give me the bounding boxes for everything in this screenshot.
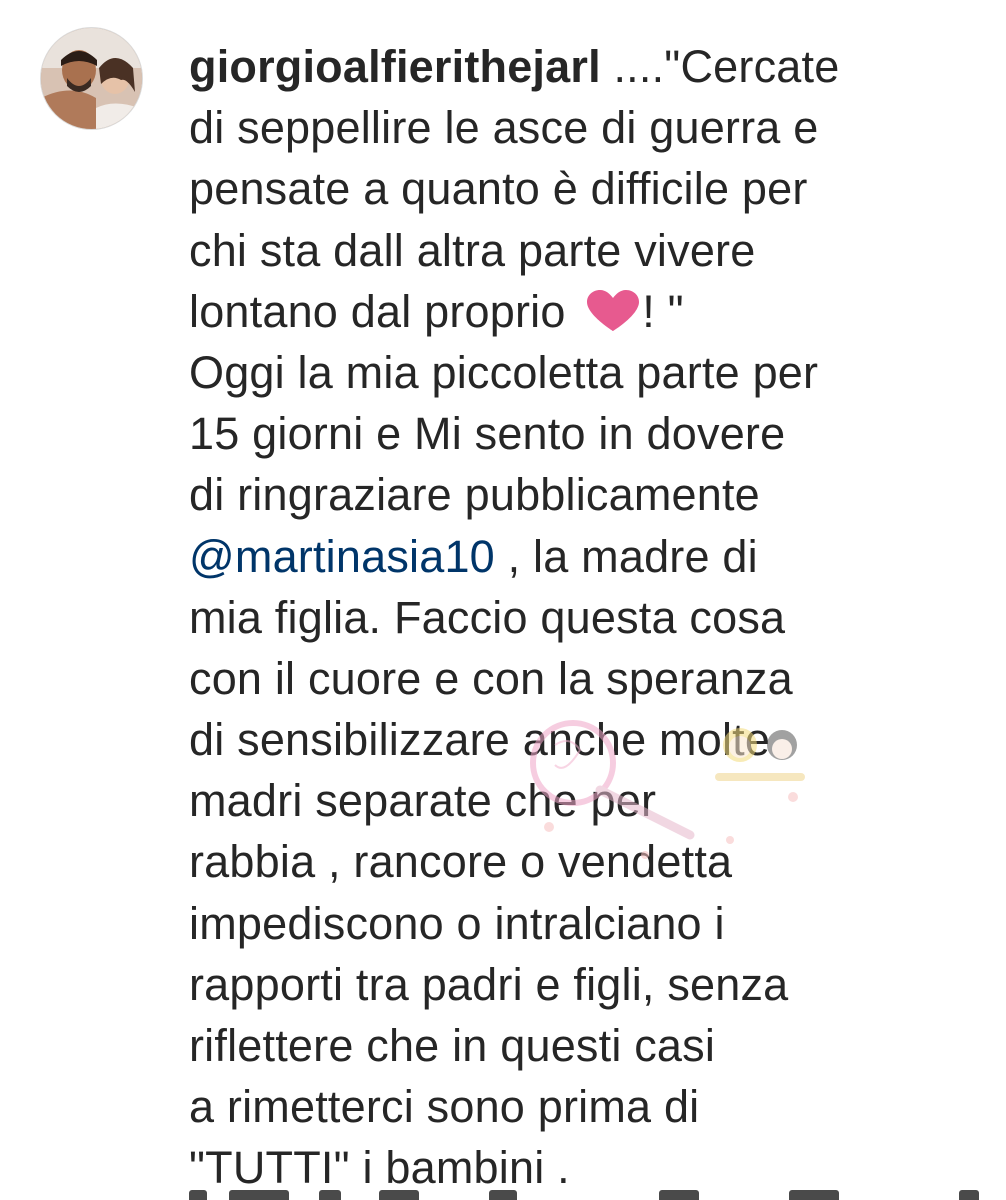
instagram-comment-screenshot: giorgioalfierithejarl ...."Cercate di se… bbox=[0, 0, 1006, 1200]
comment-text: lontano dal proprio bbox=[189, 285, 579, 337]
comment-line: a rimetterci sono prima di bbox=[189, 1081, 700, 1133]
comment-line: riflettere che in questi casi bbox=[189, 1020, 716, 1071]
comment-line: di ringraziare pubblicamente bbox=[189, 469, 760, 521]
comment-body: giorgioalfierithejarl ...."Cercate di se… bbox=[189, 36, 989, 1199]
username-link[interactable]: giorgioalfierithejarl bbox=[189, 41, 601, 92]
comment-text: ...."Cercate bbox=[600, 41, 840, 92]
comment-line: madri separate che per bbox=[189, 775, 657, 827]
comment-line: giorgioalfierithejarl ...."Cercate bbox=[189, 36, 989, 97]
comment-line: lontano dal proprio ! " bbox=[189, 281, 989, 342]
comment-line: 15 giorni e Mi sento in dovere bbox=[189, 408, 786, 460]
comment-line: @martinasia10 , la madre di bbox=[189, 526, 989, 587]
mention-link[interactable]: @martinasia10 bbox=[189, 531, 495, 582]
comment-line: rabbia , rancore o vendetta bbox=[189, 836, 733, 888]
comment-text: ! " bbox=[642, 285, 684, 337]
comment-line: di sensibilizzare anche molte bbox=[189, 714, 771, 766]
profile-photo-icon bbox=[41, 28, 142, 129]
comment-line: rapporti tra padri e figli, senza bbox=[189, 958, 789, 1010]
profile-avatar[interactable] bbox=[40, 27, 143, 130]
comment-line: con il cuore e con la speranza bbox=[189, 652, 793, 704]
comment-line: mia figlia. Faccio questa cosa bbox=[189, 591, 786, 643]
comment-line: chi sta dall altra parte vivere bbox=[189, 224, 756, 276]
comment-line: pensate a quanto è difficile per bbox=[189, 163, 808, 215]
comment-line: Oggi la mia piccoletta parte per bbox=[189, 346, 819, 398]
comment-line: impediscono o intralciano i bbox=[189, 897, 725, 949]
next-line-cutoff bbox=[189, 1186, 989, 1200]
comment-text: , la madre di bbox=[494, 530, 758, 582]
heart-emoji-icon bbox=[587, 289, 640, 331]
comment-line: di seppellire le asce di guerra e bbox=[189, 102, 819, 154]
